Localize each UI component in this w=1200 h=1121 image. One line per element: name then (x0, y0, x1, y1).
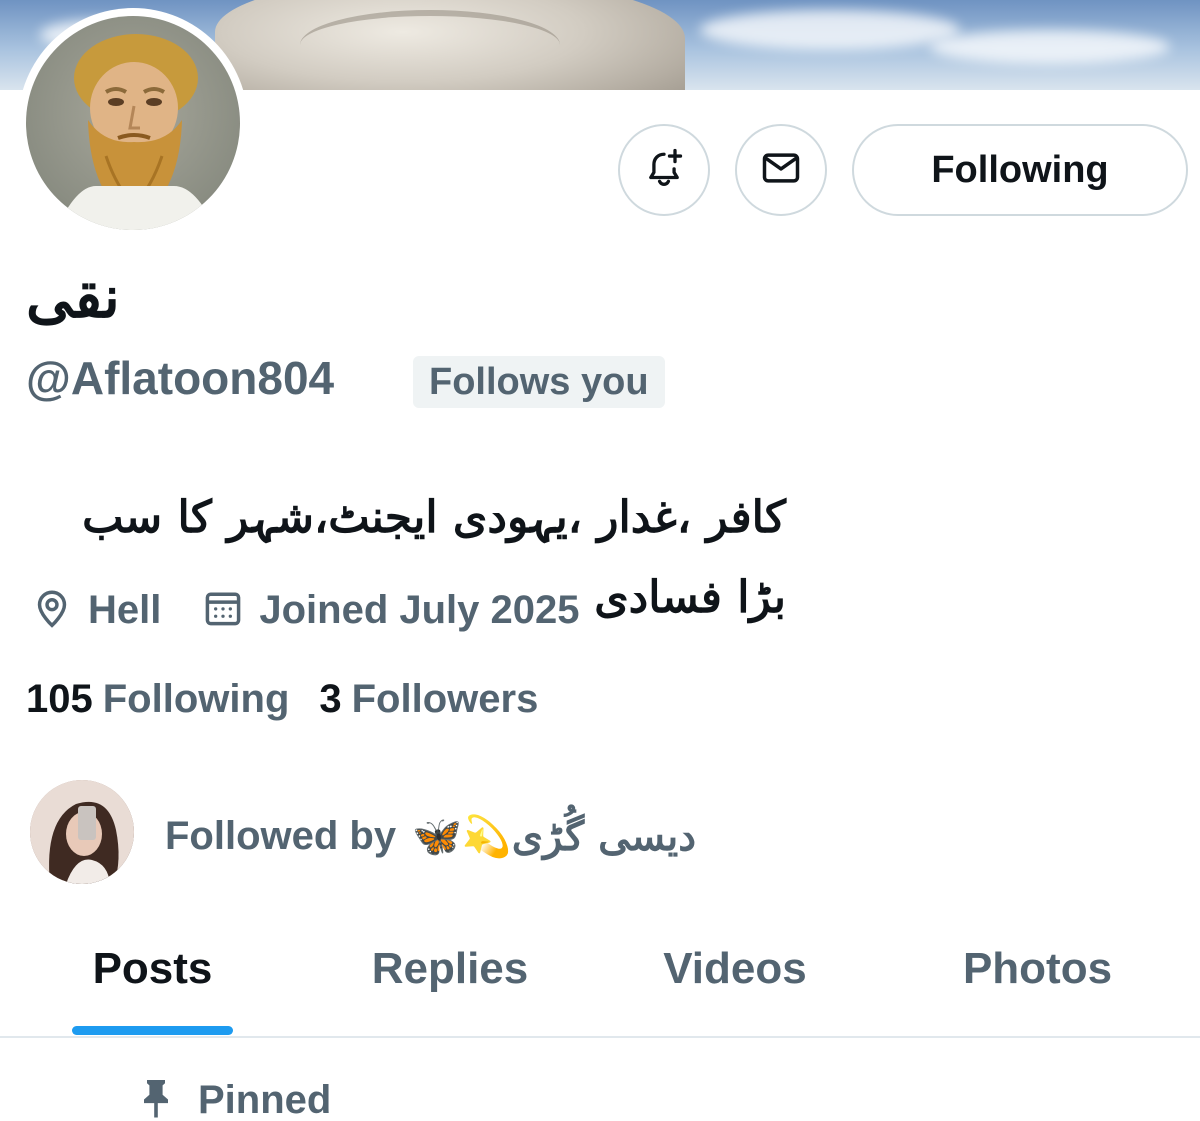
following-button[interactable]: Following (852, 124, 1188, 216)
message-button[interactable] (735, 124, 827, 216)
profile-page: Following نقی @Aflatoon804 Follows you ک… (0, 0, 1200, 1121)
active-tab-indicator (72, 1026, 233, 1035)
calendar-icon (201, 586, 259, 635)
profile-meta: Hell Joined July 2025 (30, 582, 620, 638)
follows-you-badge: Follows you (413, 356, 665, 408)
follow-stats: 105 Following 3 Followers (26, 672, 568, 726)
bell-plus-icon (642, 146, 686, 195)
following-label: Following (102, 676, 290, 721)
location-pin-icon (30, 586, 88, 635)
joined-item: Joined July 2025 (201, 586, 580, 635)
following-count: 105 (26, 676, 93, 721)
location-item: Hell (30, 586, 161, 635)
avatar-portrait-image (56, 34, 216, 230)
followers-stat-link[interactable]: 3 Followers (319, 677, 538, 722)
pinned-text: Pinned (198, 1077, 332, 1121)
followers-count: 3 (319, 676, 342, 721)
user-handle: @Aflatoon804 (26, 352, 335, 404)
tabs-divider (0, 1036, 1200, 1038)
follower-avatar[interactable] (30, 780, 134, 884)
followed-by-name: 🦋💫دیسی گُڑی (412, 812, 697, 860)
follower-avatar-image (30, 780, 134, 884)
tab-replies[interactable]: Replies (305, 930, 595, 1036)
following-stat-link[interactable]: 105 Following (26, 677, 289, 722)
tab-photos[interactable]: Photos (875, 930, 1200, 1036)
envelope-icon (759, 146, 803, 195)
pinned-label-row: Pinned (138, 1070, 331, 1121)
tab-videos[interactable]: Videos (595, 930, 875, 1036)
pin-icon (138, 1076, 174, 1121)
followed-by-prefix: Followed by (165, 813, 397, 858)
profile-tabs: Posts Replies Videos Photos (0, 930, 1200, 1036)
display-name: نقی (26, 263, 120, 331)
profile-avatar[interactable] (18, 8, 248, 238)
followers-label: Followers (351, 676, 539, 721)
notifications-button[interactable] (618, 124, 710, 216)
location-text: Hell (88, 587, 162, 632)
followed-by-line[interactable]: Followed by 🦋💫دیسی گُڑی (165, 806, 696, 866)
tab-posts[interactable]: Posts (0, 930, 305, 1036)
joined-date-text: Joined July 2025 (259, 587, 580, 632)
